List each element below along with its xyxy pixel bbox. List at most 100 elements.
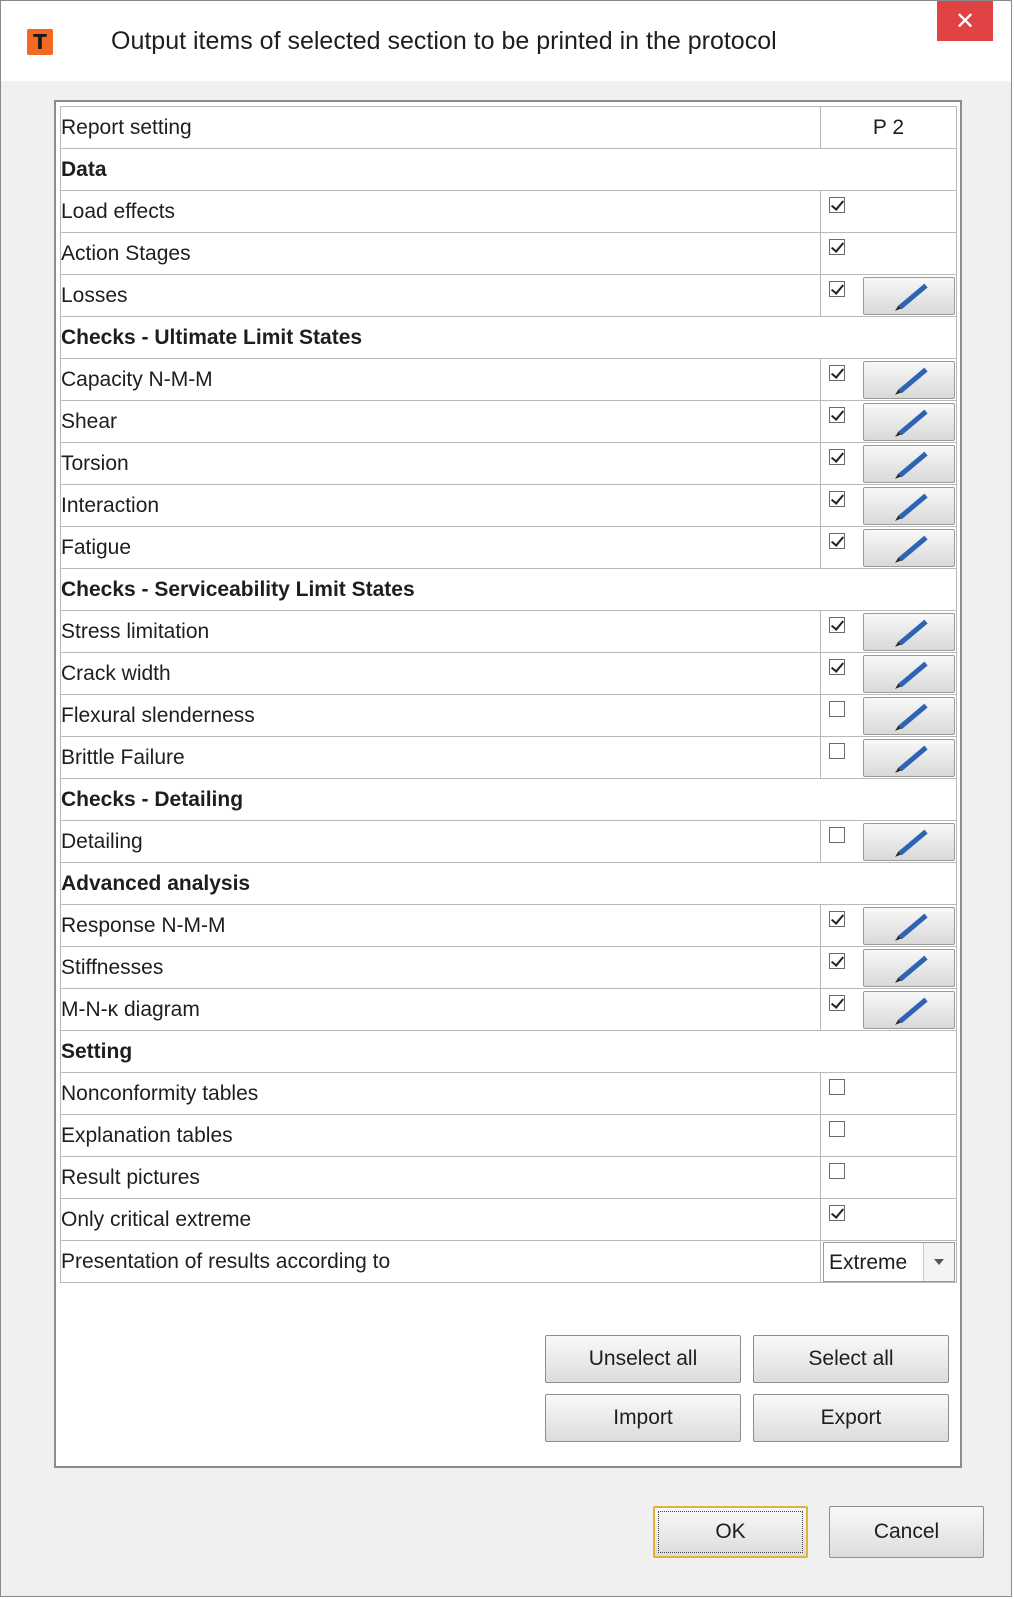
edit-button-torsion[interactable] (863, 445, 955, 483)
pencil-icon (898, 367, 928, 394)
row-controls (820, 988, 957, 1031)
table-header-row: Report setting P 2 (60, 106, 957, 149)
edit-button-flexural-slenderness[interactable] (863, 697, 955, 735)
row-label: Shear (60, 400, 821, 443)
close-button[interactable]: ✕ (937, 1, 993, 41)
edit-button-losses[interactable] (863, 277, 955, 315)
results-presentation-select[interactable]: Extreme (823, 1242, 955, 1282)
report-settings-table: Report setting P 2 Data Load effects Actio… (60, 106, 957, 1283)
row-controls (820, 232, 957, 275)
pencil-icon (898, 619, 928, 646)
row-label: Crack width (60, 652, 821, 695)
row-label: Action Stages (60, 232, 821, 275)
pencil-icon (898, 661, 928, 688)
checkbox-stiffnesses[interactable] (829, 953, 845, 969)
unselect-all-button[interactable]: Unselect all (545, 1335, 741, 1383)
row-controls (820, 1156, 957, 1199)
edit-button-shear[interactable] (863, 403, 955, 441)
row-label: Explanation tables (60, 1114, 821, 1157)
pencil-icon (898, 955, 928, 982)
edit-button-stress-limitation[interactable] (863, 613, 955, 651)
row-label: Torsion (60, 442, 821, 485)
table-row-response-n-m-m: Response N-M-M (60, 904, 957, 947)
checkbox-m-n-diagram[interactable] (829, 995, 845, 1011)
pencil-icon (898, 913, 928, 940)
table-row-detailing: Detailing (60, 820, 957, 863)
import-button[interactable]: Import (545, 1394, 741, 1442)
edit-button-crack-width[interactable] (863, 655, 955, 693)
table-row-presentation-of-results-according-to: Presentation of results according to Extr… (60, 1240, 957, 1283)
dialog-title: Output items of selected section to be p… (111, 27, 777, 55)
checkbox-explanation-tables[interactable] (829, 1121, 845, 1137)
checkbox-interaction[interactable] (829, 491, 845, 507)
row-controls (820, 442, 957, 485)
pencil-icon (898, 745, 928, 772)
checkbox-nonconformity-tables[interactable] (829, 1079, 845, 1095)
table-row-brittle-failure: Brittle Failure (60, 736, 957, 779)
row-controls (820, 694, 957, 737)
focus-outline (658, 1511, 803, 1553)
checkbox-response-n-m-m[interactable] (829, 911, 845, 927)
table-row-flexural-slenderness: Flexural slenderness (60, 694, 957, 737)
row-label: Stress limitation (60, 610, 821, 653)
checkbox-only-critical-extreme[interactable] (829, 1205, 845, 1221)
checkbox-crack-width[interactable] (829, 659, 845, 675)
export-button[interactable]: Export (753, 1394, 949, 1442)
edit-button-interaction[interactable] (863, 487, 955, 525)
section-heading: Checks - Serviceability Limit States (60, 568, 957, 611)
edit-button-m-n-diagram[interactable] (863, 991, 955, 1029)
row-controls (820, 526, 957, 569)
row-controls (820, 190, 957, 233)
checkbox-flexural-slenderness[interactable] (829, 701, 845, 717)
header-label: Report setting (60, 106, 821, 149)
row-label: Nonconformity tables (60, 1072, 821, 1115)
table-row-load-effects: Load effects (60, 190, 957, 233)
edit-button-detailing[interactable] (863, 823, 955, 861)
table-row-nonconformity-tables: Nonconformity tables (60, 1072, 957, 1115)
table-row-action-stages: Action Stages (60, 232, 957, 275)
dialog-window: T Output items of selected section to be… (0, 0, 1012, 1597)
checkbox-brittle-failure[interactable] (829, 743, 845, 759)
row-controls (820, 736, 957, 779)
section-row-checks-ultimate-limit-states: Checks - Ultimate Limit States (60, 316, 957, 359)
chevron-down-icon[interactable] (923, 1243, 954, 1281)
section-heading: Data (60, 148, 957, 191)
table-row-losses: Losses (60, 274, 957, 317)
checkbox-losses[interactable] (829, 281, 845, 297)
row-label: Brittle Failure (60, 736, 821, 779)
checkbox-detailing[interactable] (829, 827, 845, 843)
row-controls (820, 820, 957, 863)
report-settings-panel: Report setting P 2 Data Load effects Actio… (54, 100, 962, 1468)
edit-button-response-n-m-m[interactable] (863, 907, 955, 945)
edit-button-capacity-n-m-m[interactable] (863, 361, 955, 399)
section-heading: Advanced analysis (60, 862, 957, 905)
checkbox-shear[interactable] (829, 407, 845, 423)
row-controls (820, 400, 957, 443)
app-logo-icon: T (27, 29, 53, 55)
edit-button-stiffnesses[interactable] (863, 949, 955, 987)
checkbox-stress-limitation[interactable] (829, 617, 845, 633)
checkbox-fatigue[interactable] (829, 533, 845, 549)
checkbox-load-effects[interactable] (829, 197, 845, 213)
edit-button-fatigue[interactable] (863, 529, 955, 567)
row-controls (820, 358, 957, 401)
checkbox-torsion[interactable] (829, 449, 845, 465)
select-all-button[interactable]: Select all (753, 1335, 949, 1383)
cancel-button[interactable]: Cancel (829, 1506, 984, 1558)
row-label: Result pictures (60, 1156, 821, 1199)
section-row-advanced-analysis: Advanced analysis (60, 862, 957, 905)
pencil-icon (898, 535, 928, 562)
pencil-icon (898, 451, 928, 478)
checkbox-capacity-n-m-m[interactable] (829, 365, 845, 381)
table-row-crack-width: Crack width (60, 652, 957, 695)
edit-button-brittle-failure[interactable] (863, 739, 955, 777)
row-label: Presentation of results according to (60, 1240, 821, 1283)
table-row-torsion: Torsion (60, 442, 957, 485)
checkbox-action-stages[interactable] (829, 239, 845, 255)
row-label: Stiffnesses (60, 946, 821, 989)
row-label: Only critical extreme (60, 1198, 821, 1241)
ok-button[interactable]: OK (653, 1506, 808, 1558)
row-label: Flexural slenderness (60, 694, 821, 737)
checkbox-result-pictures[interactable] (829, 1163, 845, 1179)
table-row-explanation-tables: Explanation tables (60, 1114, 957, 1157)
